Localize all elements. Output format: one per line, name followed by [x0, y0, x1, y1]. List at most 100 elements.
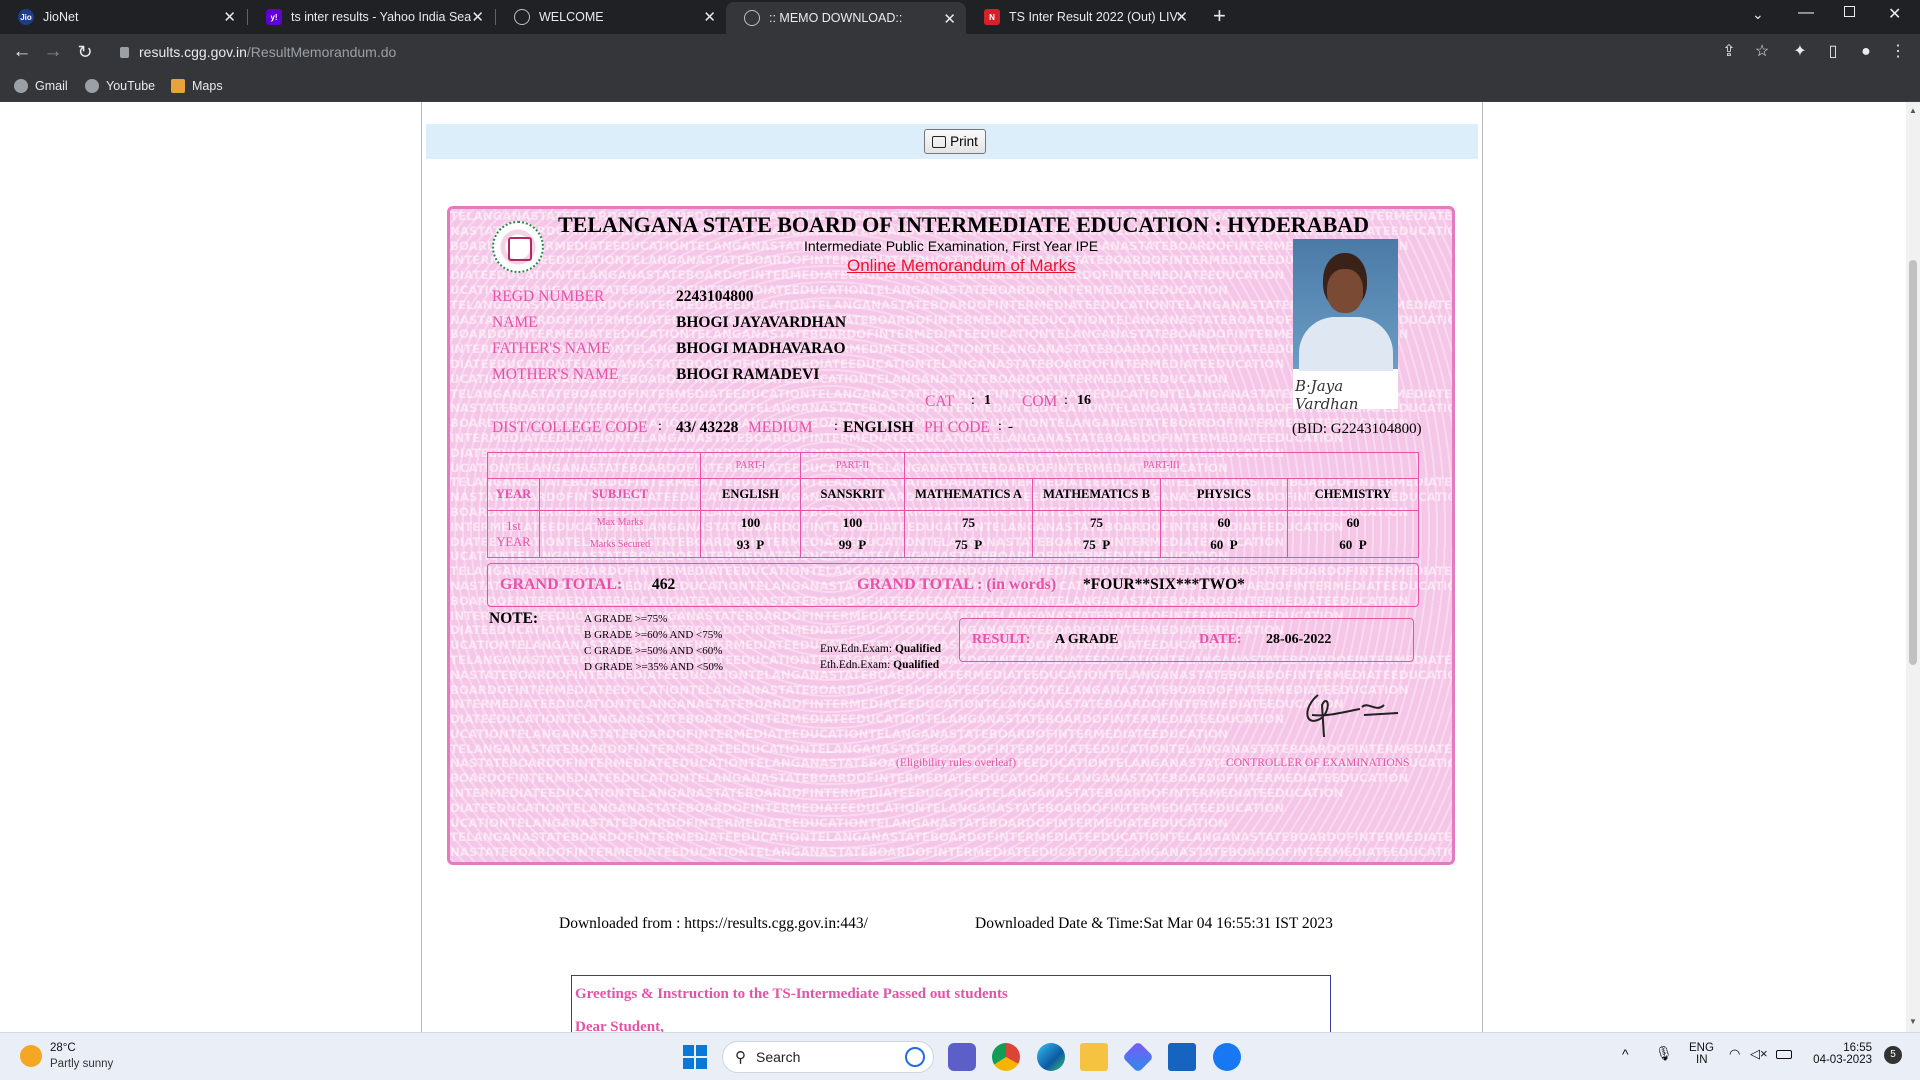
- weather-temp: 28°C: [50, 1042, 76, 1054]
- bookmark-star-icon[interactable]: ☆: [1752, 42, 1772, 62]
- close-icon[interactable]: ✕: [703, 8, 716, 26]
- father-name-value: BHOGI MADHAVARAO: [676, 340, 846, 357]
- bookmark-gmail[interactable]: Gmail: [14, 76, 68, 96]
- tab-strip: Jio JioNet ✕ y! ts inter results - Yahoo…: [0, 0, 1920, 34]
- share-icon[interactable]: ⇪: [1719, 42, 1739, 62]
- father-name-label: FATHER'S NAME: [492, 340, 611, 357]
- eth-label: Eth.Edn.Exam:: [820, 659, 891, 671]
- pass-status: P: [1229, 537, 1238, 552]
- medium-label: MEDIUM: [748, 419, 813, 436]
- reload-icon[interactable]: ↻: [72, 39, 98, 65]
- dist-college-code-value: 43/ 43228: [676, 419, 739, 436]
- side-panel-icon[interactable]: ▯: [1823, 42, 1843, 62]
- result-label: RESULT:: [972, 632, 1031, 647]
- regd-number-value: 2243104800: [676, 288, 754, 305]
- tab-welcome[interactable]: WELCOME ✕: [496, 0, 726, 34]
- weather-icon[interactable]: [20, 1045, 42, 1067]
- new-tab-button[interactable]: +: [1213, 3, 1226, 29]
- env-value: Qualified: [894, 643, 941, 655]
- grade-d: D GRADE >=35% AND <50%: [584, 661, 723, 673]
- chrome-icon[interactable]: [992, 1043, 1020, 1071]
- bookmarks-bar: Gmail YouTube Maps: [0, 70, 1920, 102]
- scroll-down-icon[interactable]: ▼: [1909, 1017, 1917, 1026]
- windows-start-icon[interactable]: [683, 1045, 707, 1069]
- volume-muted-icon[interactable]: ◁×: [1750, 1046, 1768, 1062]
- copilot-icon[interactable]: [1122, 1041, 1154, 1073]
- clock-time: 16:55: [1843, 1042, 1872, 1054]
- cat-value: 1: [984, 393, 991, 408]
- maps-icon: [171, 79, 185, 93]
- scrollbar-thumb[interactable]: [1909, 260, 1917, 665]
- close-icon[interactable]: ✕: [943, 10, 956, 28]
- globe-icon: [14, 79, 28, 93]
- show-hidden-icons[interactable]: ^: [1622, 1046, 1629, 1062]
- close-icon[interactable]: ✕: [471, 8, 484, 26]
- edge-icon[interactable]: [1037, 1043, 1065, 1071]
- restore-icon[interactable]: [1844, 6, 1855, 17]
- bookmark-youtube[interactable]: YouTube: [85, 76, 155, 96]
- clock-date: 04-03-2023: [1813, 1054, 1872, 1066]
- profile-icon[interactable]: ●: [1856, 42, 1876, 62]
- tab-title: JioNet: [43, 10, 79, 24]
- close-icon[interactable]: ✕: [1175, 8, 1188, 26]
- max-marks-value: 75: [962, 515, 975, 530]
- note-label: NOTE:: [489, 610, 539, 627]
- back-icon[interactable]: ←: [9, 39, 35, 65]
- forward-icon[interactable]: →: [40, 39, 66, 65]
- bookmark-maps[interactable]: Maps: [171, 76, 223, 96]
- tab-yahoo[interactable]: y! ts inter results - Yahoo India Sear ✕: [248, 0, 494, 34]
- taskbar-search[interactable]: ⚲ Search: [722, 1041, 934, 1073]
- close-icon[interactable]: ✕: [223, 8, 236, 26]
- secured-marks-value: 75: [1082, 537, 1096, 552]
- facebook-icon[interactable]: [1213, 1043, 1241, 1071]
- print-button[interactable]: Print: [924, 129, 986, 154]
- weather-desc: Partly sunny: [50, 1058, 114, 1070]
- subject-header: SUBJECT: [539, 478, 701, 511]
- scroll-up-icon[interactable]: ▲: [1909, 106, 1917, 115]
- student-photo: B·Jaya Vardhan: [1293, 239, 1398, 409]
- marks-cell-chemistry: 60 60 P: [1287, 510, 1419, 558]
- subject-sanskrit: SANSKRIT: [800, 478, 905, 511]
- max-marks-label: Max Marks: [596, 517, 644, 528]
- tab-memo-download[interactable]: :: MEMO DOWNLOAD:: ✕: [726, 2, 966, 34]
- minimize-icon[interactable]: —: [1798, 4, 1814, 22]
- downloaded-from: Downloaded from : https://results.cgg.go…: [559, 915, 868, 932]
- microphone-icon[interactable]: 🎙: [1655, 1045, 1673, 1062]
- teams-icon[interactable]: [948, 1043, 976, 1071]
- marks-table: PART-I PART-II PART-III YEAR SUBJECT ENG…: [487, 452, 1419, 558]
- year-header: YEAR: [487, 478, 540, 511]
- max-marks-value: 100: [740, 515, 761, 530]
- marks-cell-english: 100 93 P: [700, 510, 801, 558]
- eligibility-note: (Eligibility rules overleaf): [896, 757, 1017, 769]
- com-label: COM: [1022, 393, 1058, 410]
- marks-labels-cell: Max Marks Marks Secured: [539, 510, 701, 558]
- battery-icon[interactable]: [1776, 1050, 1792, 1059]
- result-sheet: Print TELANGANASTATEBOARDOFINTERMEDIATEE…: [421, 102, 1483, 1032]
- mail-icon[interactable]: [1168, 1043, 1196, 1071]
- clock[interactable]: 16:55 04-03-2023: [1812, 1042, 1872, 1066]
- dist-college-code-label: DIST/COLLEGE CODE: [492, 419, 648, 436]
- menu-icon[interactable]: ⋮: [1888, 42, 1908, 62]
- notification-badge[interactable]: 5: [1884, 1046, 1902, 1064]
- tab-jionet[interactable]: Jio JioNet ✕: [0, 0, 246, 34]
- address-bar[interactable]: results.cgg.gov.in/ResultMemorandum.do: [110, 37, 1830, 67]
- language-indicator[interactable]: ENG IN: [1689, 1042, 1714, 1066]
- page-scrollbar[interactable]: ▲ ▼: [1906, 102, 1920, 1032]
- file-explorer-icon[interactable]: [1080, 1043, 1108, 1071]
- tab-ts-inter-result[interactable]: N TS Inter Result 2022 (Out) LIVE: Ti ✕: [966, 0, 1198, 34]
- globe-icon: [85, 79, 99, 93]
- greeting-dear: Dear Student,: [575, 1019, 664, 1032]
- max-marks-value: 75: [1090, 515, 1103, 530]
- yahoo-icon: y!: [266, 9, 282, 25]
- bookmark-label: YouTube: [106, 79, 156, 93]
- subject-chemistry: CHEMISTRY: [1287, 478, 1419, 511]
- tab-search-icon[interactable]: ⌄: [1752, 6, 1764, 23]
- pass-status: P: [858, 537, 867, 552]
- close-window-icon[interactable]: ✕: [1888, 4, 1901, 24]
- photo-signature: B·Jaya Vardhan: [1293, 371, 1398, 409]
- extensions-icon[interactable]: ✦: [1790, 42, 1810, 62]
- bookmark-label: Gmail: [35, 79, 68, 93]
- wifi-icon[interactable]: ◠: [1729, 1046, 1740, 1062]
- jio-icon: Jio: [18, 9, 34, 25]
- name-label: NAME: [492, 314, 538, 331]
